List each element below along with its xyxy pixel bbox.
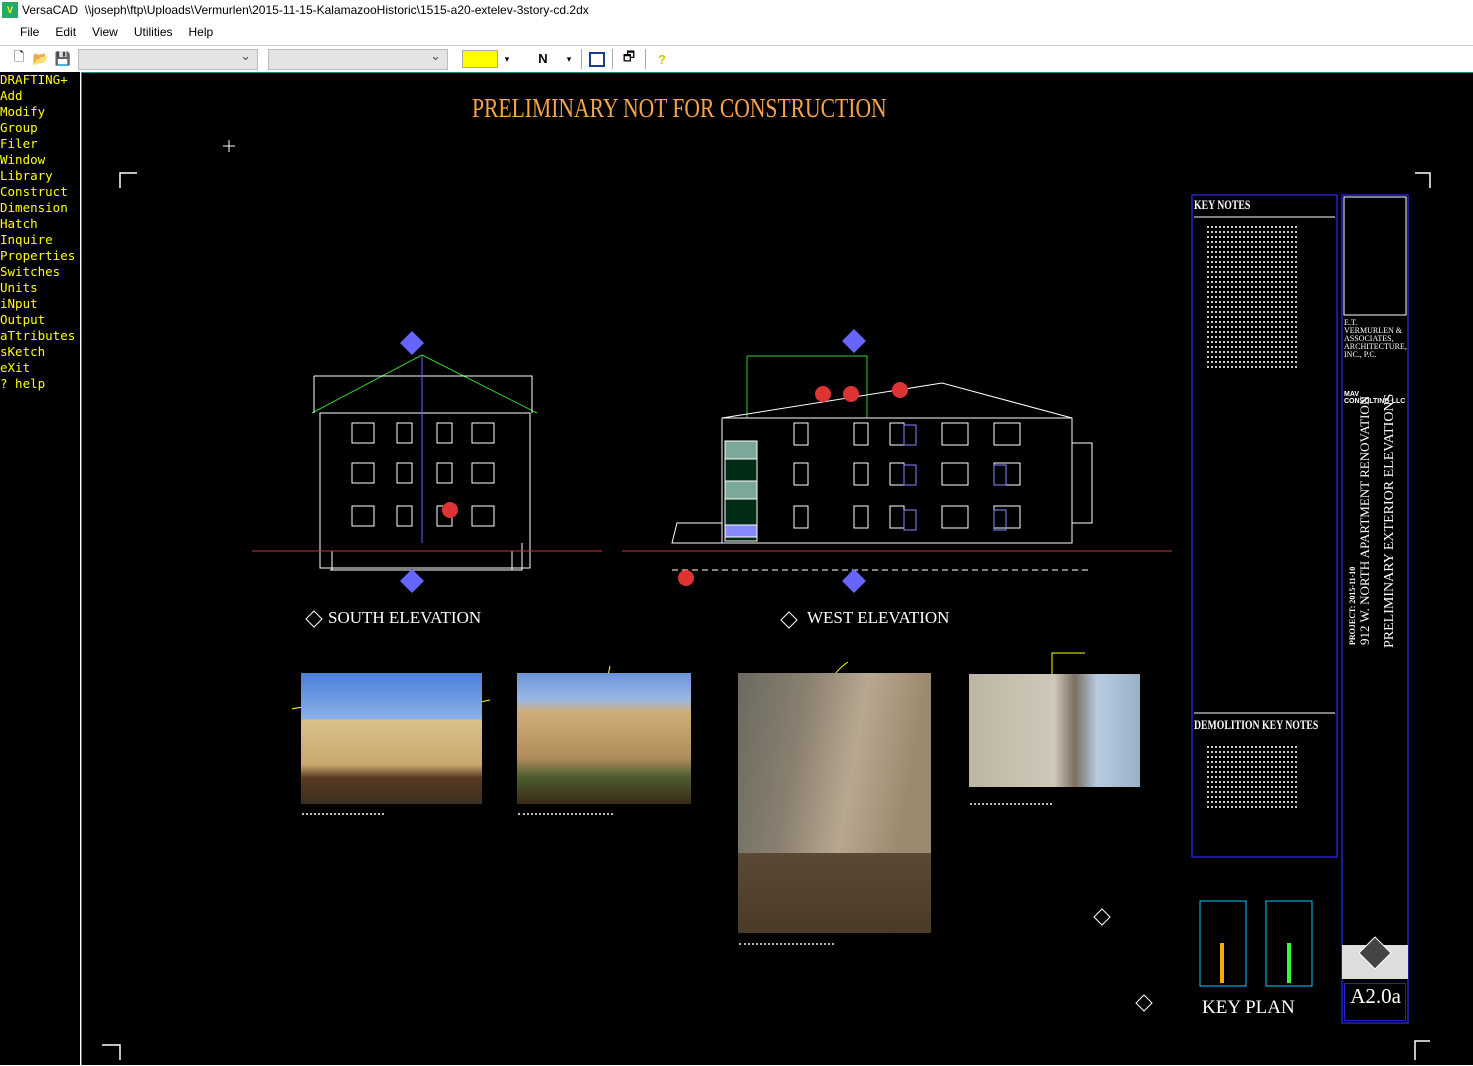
key-plan <box>1199 900 1313 987</box>
key-notes-title: KEY NOTES <box>1194 197 1251 212</box>
menu-help[interactable]: Help <box>181 25 222 39</box>
properties-icon[interactable]: 🗗 <box>620 49 638 68</box>
save-icon[interactable]: 💾 <box>54 50 72 68</box>
command-menu: DRAFTING+ Add Modify Group Filer Window … <box>0 72 80 1065</box>
cmd-construct[interactable]: Construct <box>0 184 80 200</box>
app-name: VersaCAD <box>22 3 79 17</box>
south-elevation-label: SOUTH ELEVATION <box>328 608 482 627</box>
color-swatch[interactable] <box>462 50 498 68</box>
line-style-dropdown[interactable]: ▾ <box>564 50 574 68</box>
cmd-help[interactable]: ? help <box>0 376 80 392</box>
color-dropdown[interactable]: ▾ <box>502 50 512 68</box>
cmd-filer[interactable]: Filer <box>0 136 80 152</box>
view-symbols <box>305 610 1153 1012</box>
cmd-hatch[interactable]: Hatch <box>0 216 80 232</box>
project-number: PROJECT: 2015-11-10 <box>1348 566 1357 645</box>
photo-south-facade <box>301 673 482 804</box>
new-file-icon[interactable]: 🗋 <box>10 49 28 68</box>
section-markers <box>400 329 866 593</box>
cmd-dimension[interactable]: Dimension <box>0 200 80 216</box>
firm-name: E.T. VERMURLEN & ASSOCIATES, ARCHITECTUR… <box>1344 318 1407 359</box>
project-name: 912 W. NORTH APARTMENT RENOVATION <box>1357 395 1372 645</box>
cmd-exit[interactable]: eXit <box>0 360 80 376</box>
help-icon[interactable]: ? <box>653 50 671 68</box>
menu-edit[interactable]: Edit <box>47 25 84 39</box>
cmd-units[interactable]: Units <box>0 280 80 296</box>
key-plan-label: KEY PLAN <box>1202 997 1295 1018</box>
photo-southwest-corner <box>517 673 691 804</box>
file-path: \\joseph\ftp\Uploads\Vermurlen\2015-11-1… <box>84 3 589 17</box>
cmd-group[interactable]: Group <box>0 120 80 136</box>
cmd-library[interactable]: Library <box>0 168 80 184</box>
cmd-attributes[interactable]: aTtributes <box>0 328 80 344</box>
demolition-key-notes-title: DEMOLITION KEY NOTES <box>1194 717 1319 732</box>
south-elevation <box>311 354 538 571</box>
line-style-combo[interactable]: N <box>526 49 560 69</box>
west-elevation-label: WEST ELEVATION <box>807 608 950 627</box>
menu-utilities[interactable]: Utilities <box>126 25 181 39</box>
cmd-modify[interactable]: Modify <box>0 104 80 120</box>
cmd-switches[interactable]: Switches <box>0 264 80 280</box>
cmd-sketch[interactable]: sKetch <box>0 344 80 360</box>
demolition-notes-list <box>1207 743 1297 811</box>
pen-combo[interactable] <box>268 48 448 70</box>
cmd-output[interactable]: Output <box>0 312 80 328</box>
sheet-number: A2.0a <box>1344 983 1406 1021</box>
west-elevation <box>671 355 1093 544</box>
cmd-drafting[interactable]: DRAFTING+ <box>0 72 80 88</box>
photo-west-ground <box>738 853 931 933</box>
toolbar: 🗋 📂 💾 ▾ N ▾ 🗗 ? <box>0 45 1473 72</box>
layer-combo[interactable] <box>78 48 258 70</box>
cmd-input[interactable]: iNput <box>0 296 80 312</box>
open-folder-icon[interactable]: 📂 <box>32 50 50 68</box>
title-bar: V VersaCAD \\joseph\ftp\Uploads\Vermurle… <box>0 0 1473 20</box>
menu-bar: File Edit View Utilities Help <box>0 21 1473 43</box>
cmd-inquire[interactable]: Inquire <box>0 232 80 248</box>
cmd-properties[interactable]: Properties <box>0 248 80 264</box>
drawing-canvas[interactable]: PRELIMINARY NOT FOR CONSTRUCTION SOUTH E… <box>81 72 1473 1065</box>
menu-view[interactable]: View <box>84 25 126 39</box>
cmd-window[interactable]: Window <box>0 152 80 168</box>
menu-file[interactable]: File <box>12 25 47 39</box>
layout-icon[interactable] <box>589 51 605 67</box>
photo-balcony-detail <box>969 674 1140 787</box>
cmd-add[interactable]: Add <box>0 88 80 104</box>
key-notes-list <box>1207 223 1297 371</box>
sheet-title: PRELIMINARY EXTERIOR ELEVATIONS <box>1382 393 1397 648</box>
app-icon: V <box>2 2 18 18</box>
